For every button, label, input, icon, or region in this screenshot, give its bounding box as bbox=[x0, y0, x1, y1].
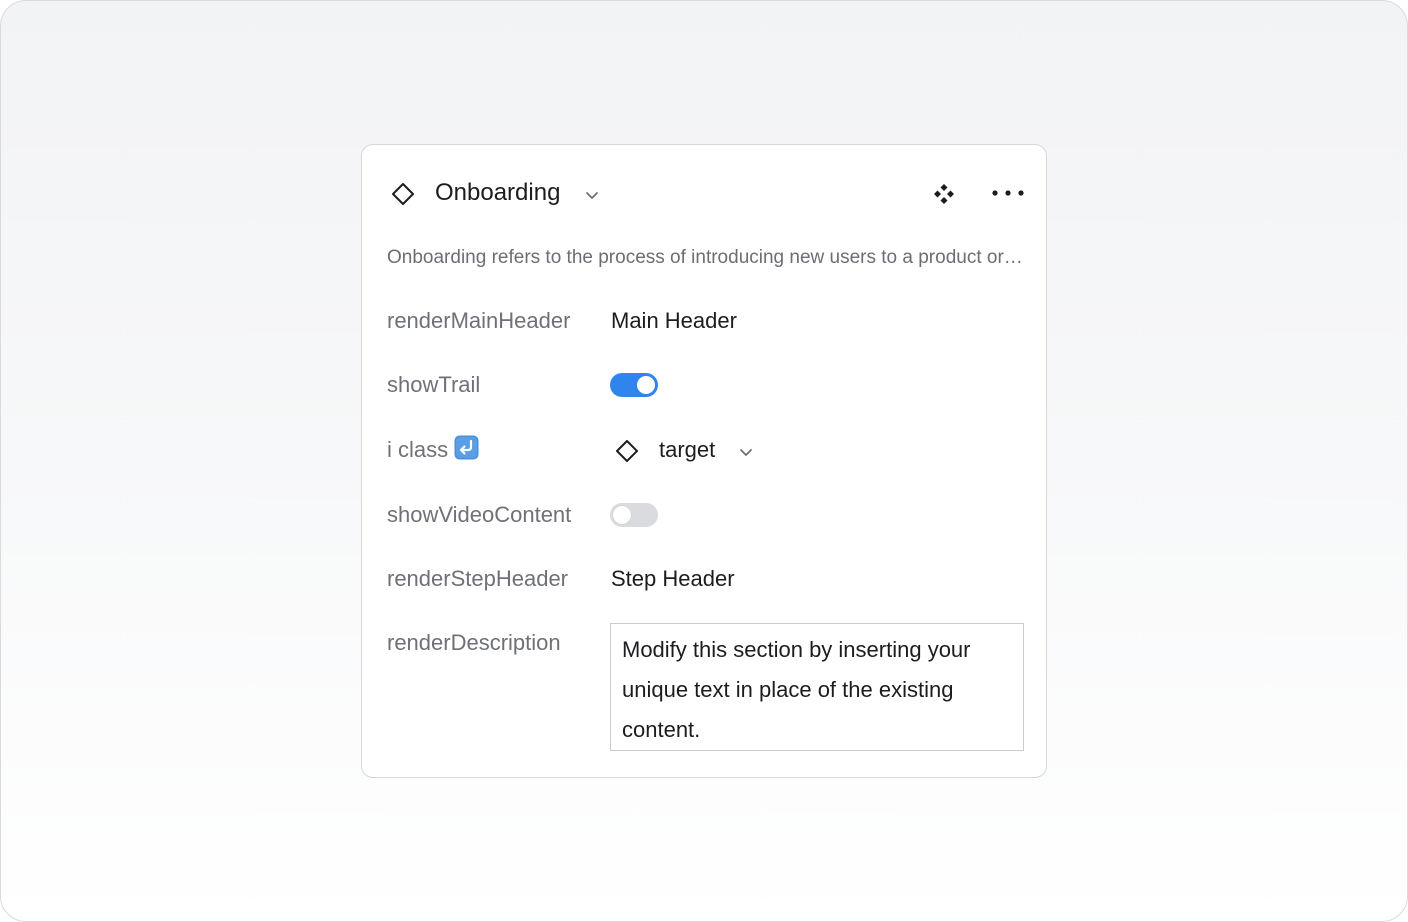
prop-value-render-main-header[interactable]: Main Header bbox=[611, 307, 737, 335]
panel-title[interactable]: Onboarding bbox=[435, 178, 560, 208]
component-description: Onboarding refers to the process of intr… bbox=[387, 247, 1027, 268]
prop-value-render-step-header[interactable]: Step Header bbox=[611, 565, 735, 593]
properties-panel: Onboarding Onboarding refers to the proc… bbox=[361, 144, 1047, 778]
prop-label-i-class-text: i class bbox=[387, 437, 449, 462]
toggle-knob bbox=[637, 376, 655, 394]
render-description-textarea[interactable]: Modify this section by inserting your un… bbox=[610, 623, 1024, 751]
chevron-down-icon[interactable] bbox=[738, 444, 754, 460]
prop-label-render-step-header: renderStepHeader bbox=[387, 566, 569, 591]
show-video-content-toggle[interactable] bbox=[610, 503, 658, 527]
show-trail-toggle[interactable] bbox=[610, 373, 658, 397]
component-icon[interactable] bbox=[932, 182, 956, 206]
prop-label-render-main-header: renderMainHeader bbox=[387, 308, 571, 333]
i-class-target-value[interactable]: target bbox=[659, 436, 715, 464]
toggle-knob bbox=[613, 506, 631, 524]
target-instance-icon[interactable] bbox=[614, 438, 640, 464]
more-horizontal-icon[interactable] bbox=[990, 185, 1026, 201]
prop-label-show-video-content: showVideoContent bbox=[387, 502, 572, 527]
canvas-background: Onboarding Onboarding refers to the proc… bbox=[0, 0, 1408, 922]
prop-label-show-trail: showTrail bbox=[387, 372, 481, 397]
prop-label-render-description: renderDescription bbox=[387, 630, 561, 655]
return-arrow-icon[interactable] bbox=[454, 435, 479, 460]
chevron-down-icon[interactable] bbox=[584, 187, 600, 203]
component-instance-icon bbox=[392, 183, 414, 205]
prop-label-i-class: i class bbox=[387, 435, 587, 464]
